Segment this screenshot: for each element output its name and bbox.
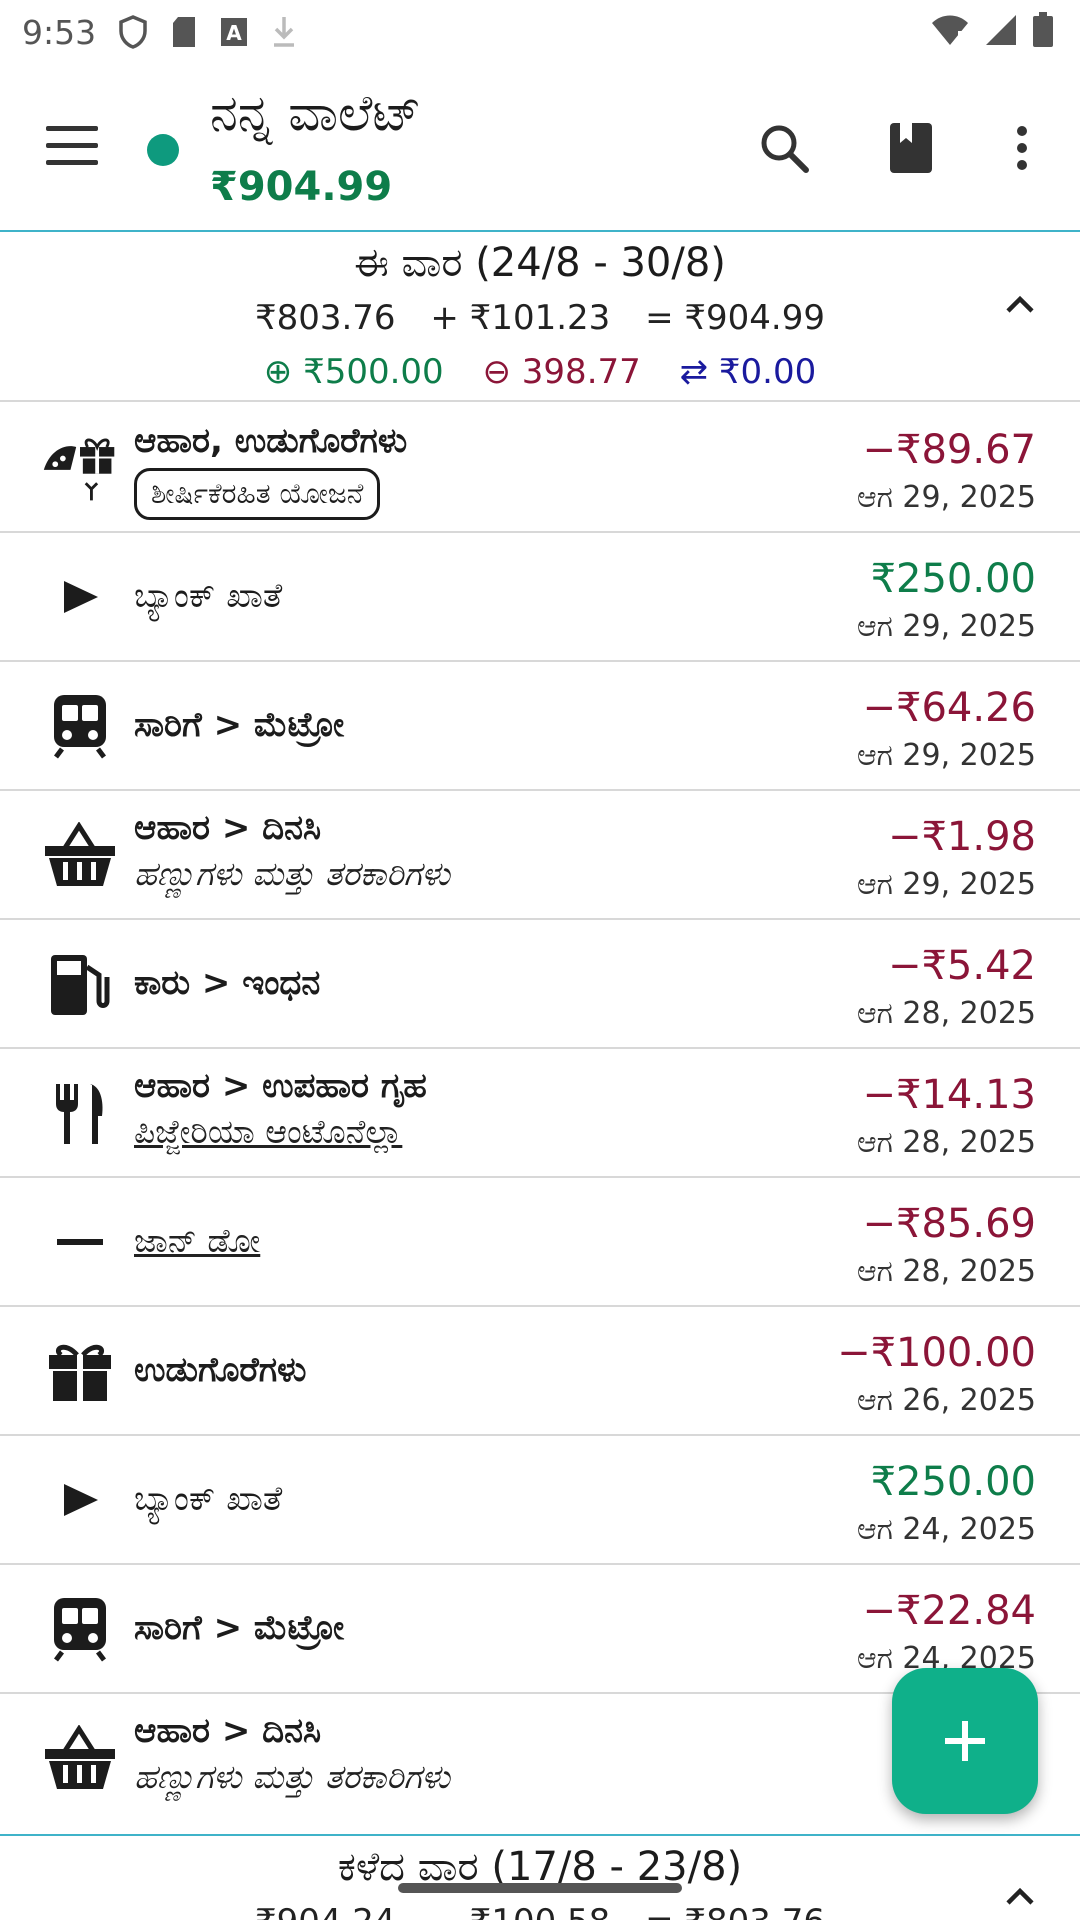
- transaction-date: ಆಗ 29, 2025: [856, 738, 1036, 773]
- cellular-signal-icon: [984, 13, 1018, 51]
- week-transfer: ⇄ ₹0.00: [679, 352, 817, 392]
- transaction-date: ಆಗ 29, 2025: [856, 867, 1036, 902]
- play-icon: [40, 1464, 120, 1536]
- project-chip: ಶೀರ್ಷಿಕೆರಹಿತ ಯೋಜನೆ: [134, 468, 381, 520]
- week-balance-summary: ₹803.76 + ₹101.23 = ₹904.99: [0, 298, 1080, 338]
- wallet-status-dot: [147, 134, 179, 166]
- fuel-icon: [40, 948, 120, 1020]
- transaction-row[interactable]: ಸಾರಿಗೆ > ಮೆಟ್ರೋ −₹64.26 ಆಗ 29, 2025: [0, 662, 1080, 791]
- transaction-date: ಆಗ 24, 2025: [856, 1512, 1036, 1547]
- week-end-balance: = ₹803.76: [645, 1902, 825, 1920]
- clock: 9:53: [22, 12, 97, 52]
- transaction-account: ಬ್ಯಾಂಕ್ ಖಾತೆ: [134, 1479, 283, 1519]
- book-icon: [890, 123, 932, 173]
- transaction-amount: −₹5.42: [887, 943, 1036, 989]
- home-indicator[interactable]: [398, 1883, 682, 1893]
- transaction-amount: −₹100.00: [837, 1330, 1036, 1376]
- transaction-list: ಆಹಾರ, ಉಡುಗೊರೆಗಳು ಶೀರ್ಷಿಕೆರಹಿತ ಯೋಜನೆ −₹89…: [0, 404, 1080, 1823]
- week-summary-this-week[interactable]: ಈ ವಾರ (24/8 - 30/8) ₹803.76 + ₹101.23 = …: [0, 234, 1080, 402]
- week-income: ⊕ ₹500.00: [263, 352, 444, 392]
- transaction-date: ಆಗ 28, 2025: [856, 1254, 1036, 1289]
- transaction-row[interactable]: ಕಾರು > ಇಂಧನ −₹5.42 ಆಗ 28, 2025: [0, 920, 1080, 1049]
- week-change: + ₹101.23: [430, 298, 611, 338]
- wallet-balance: ₹904.99: [210, 164, 393, 210]
- basket-icon: [40, 819, 120, 891]
- week-end-balance: = ₹904.99: [645, 298, 826, 338]
- week-stats: ⊕ ₹500.00 ⊖ 398.77 ⇄ ₹0.00: [0, 352, 1080, 392]
- train-icon: [40, 1593, 120, 1665]
- transaction-date: ಆಗ 28, 2025: [856, 1125, 1036, 1160]
- transaction-amount: −₹14.13: [862, 1072, 1036, 1118]
- more-vert-icon: [1017, 126, 1027, 170]
- transaction-category: ಉಡುಗೊರೆಗಳು: [134, 1350, 307, 1390]
- sd-card-icon: [170, 15, 198, 49]
- chevron-up-icon[interactable]: [1000, 284, 1040, 324]
- transaction-amount: −₹85.69: [862, 1201, 1036, 1247]
- menu-button[interactable]: [46, 126, 98, 168]
- transaction-note: ಹಣ್ಣುಗಳು ಮತ್ತು ತರಕಾರಿಗಳು: [134, 1757, 450, 1796]
- train-icon: [40, 690, 120, 762]
- wallet-title[interactable]: ನನ್ನ ವಾಲೆಟ್: [210, 84, 421, 143]
- transaction-category: ಆಹಾರ > ದಿನಸಿ: [134, 808, 322, 848]
- transaction-amount: −₹89.67: [862, 427, 1036, 473]
- add-transaction-button[interactable]: [892, 1668, 1038, 1814]
- transaction-row[interactable]: ಬ್ಯಾಂಕ್ ಖಾತೆ ₹250.00 ಆಗ 24, 2025: [0, 1436, 1080, 1565]
- menu-icon: [46, 126, 98, 131]
- basket-icon: [40, 1722, 120, 1794]
- play-icon: [40, 561, 120, 633]
- week-balance-summary: ₹904.24 − ₹100.58 = ₹803.76: [0, 1902, 1080, 1920]
- transaction-date: ಆಗ 29, 2025: [856, 609, 1036, 644]
- transaction-row[interactable]: ಉಡುಗೊರೆಗಳು −₹100.00 ಆಗ 26, 2025: [0, 1307, 1080, 1436]
- transaction-amount: −₹1.98: [887, 814, 1036, 860]
- transaction-row[interactable]: ಆಹಾರ > ಉಪಹಾರ ಗೃಹ ಪಿಜ್ಜೇರಿಯಾ ಆಂಟೊನೆಲ್ಲಾ −…: [0, 1049, 1080, 1178]
- search-icon: [761, 125, 809, 173]
- transaction-note: ಹಣ್ಣುಗಳು ಮತ್ತು ತರಕಾರಿಗಳು: [134, 854, 450, 893]
- restaurant-icon: [40, 1077, 120, 1149]
- transaction-amount: −₹64.26: [862, 685, 1036, 731]
- font-download-icon: A: [220, 17, 248, 47]
- gift-icon: [40, 1335, 120, 1407]
- transaction-amount: ₹250.00: [870, 1459, 1036, 1505]
- transaction-date: ಆಗ 28, 2025: [856, 996, 1036, 1031]
- week-change: − ₹100.58: [430, 1902, 610, 1920]
- transaction-category: ಆಹಾರ > ದಿನಸಿ: [134, 1711, 322, 1751]
- transaction-date: ಆಗ 26, 2025: [856, 1383, 1036, 1418]
- status-bar: 9:53 A: [0, 0, 1080, 64]
- search-button[interactable]: [754, 118, 814, 178]
- battery-icon: [1032, 12, 1054, 52]
- transaction-amount: −₹22.84: [862, 1588, 1036, 1634]
- week-title: ಈ ವಾರ (24/8 - 30/8): [354, 240, 726, 286]
- week-start-balance: ₹904.24: [255, 1902, 396, 1920]
- transaction-payee-link[interactable]: ಪಿಜ್ಜೇರಿಯಾ ಆಂಟೊನೆಲ್ಲಾ: [134, 1109, 780, 1155]
- shield-icon: [118, 15, 148, 49]
- week-start-balance: ₹803.76: [254, 298, 396, 338]
- transaction-payee-link[interactable]: ಜಾನ್ ಡೋ: [134, 1218, 780, 1264]
- app-bar: ನನ್ನ ವಾಲೆಟ್ ₹904.99: [0, 64, 1080, 232]
- chevron-up-icon[interactable]: [1000, 1876, 1040, 1916]
- transaction-category: ಆಹಾರ > ಉಪಹಾರ ಗೃಹ: [134, 1066, 427, 1106]
- bookmark-button[interactable]: [881, 118, 941, 178]
- transaction-category: ಸಾರಿಗೆ > ಮೆಟ್ರೋ: [134, 1608, 345, 1648]
- transaction-category: ಆಹಾರ, ಉಡುಗೊರೆಗಳು: [134, 421, 408, 461]
- transaction-row[interactable]: ಬ್ಯಾಂಕ್ ಖಾತೆ ₹250.00 ಆಗ 29, 2025: [0, 533, 1080, 662]
- transaction-category: ಸಾರಿಗೆ > ಮೆಟ್ರೋ: [134, 705, 345, 745]
- transaction-row[interactable]: ಆಹಾರ, ಉಡುಗೊರೆಗಳು ಶೀರ್ಷಿಕೆರಹಿತ ಯೋಜನೆ −₹89…: [0, 404, 1080, 533]
- transaction-row[interactable]: ಆಹಾರ > ದಿನಸಿ ಹಣ್ಣುಗಳು ಮತ್ತು ತರಕಾರಿಗಳು −₹…: [0, 791, 1080, 920]
- more-options-button[interactable]: [992, 118, 1052, 178]
- transaction-category: ಕಾರು > ಇಂಧನ: [134, 963, 321, 1003]
- week-summary-last-week[interactable]: ಕಳೆದ ವಾರ (17/8 - 23/8) ₹904.24 − ₹100.58…: [0, 1834, 1080, 1920]
- svg-text:A: A: [226, 21, 242, 45]
- minus-icon: [40, 1206, 120, 1278]
- transaction-account: ಬ್ಯಾಂಕ್ ಖಾತೆ: [134, 576, 283, 616]
- plus-icon: [945, 1721, 985, 1761]
- transaction-amount: ₹250.00: [870, 556, 1036, 602]
- food-gift-icon: [40, 432, 120, 504]
- transaction-date: ಆಗ 29, 2025: [856, 480, 1036, 515]
- week-expense: ⊖ 398.77: [482, 352, 641, 392]
- wifi-icon: [930, 13, 970, 51]
- transaction-row[interactable]: ಜಾನ್ ಡೋ −₹85.69 ಆಗ 28, 2025: [0, 1178, 1080, 1307]
- download-icon: [270, 15, 298, 49]
